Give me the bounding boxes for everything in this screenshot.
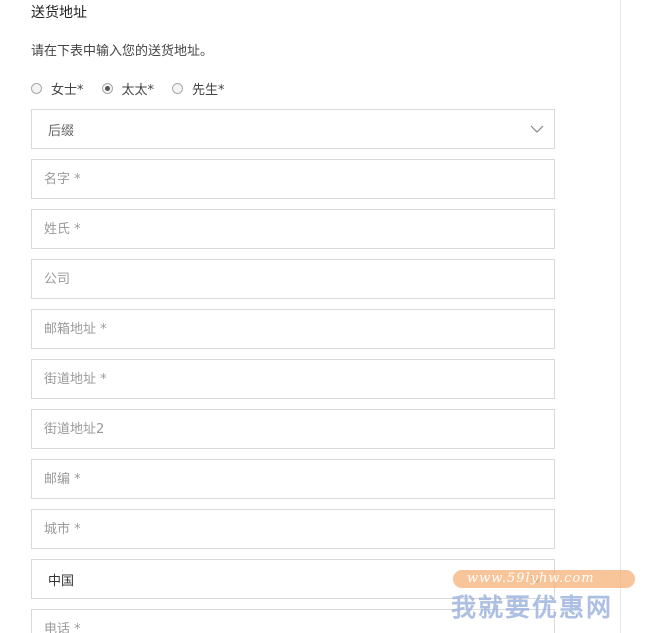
chevron-down-icon [530, 122, 544, 136]
suffix-select-value: 后缀 [48, 123, 75, 139]
company-field[interactable] [31, 259, 555, 299]
radio-option-mr[interactable]: 先生* [172, 79, 225, 98]
watermark-logo: www.59lyhw.com 我就要优惠网 [449, 568, 639, 628]
radio-button-mrs[interactable] [101, 82, 113, 94]
first-name-field[interactable] [31, 159, 555, 199]
last-name-field[interactable] [31, 209, 555, 249]
radio-option-ms[interactable]: 女士* [31, 79, 84, 98]
email-input[interactable] [32, 310, 554, 348]
shipping-address-page: 送货地址 请在下表中输入您的送货地址。 女士* 太太* 先生* 后缀 名字 * … [0, 0, 651, 633]
street-address-field[interactable] [31, 359, 555, 399]
street-address-2-field[interactable] [31, 409, 555, 449]
city-input[interactable] [32, 510, 554, 548]
zip-code-field[interactable] [31, 459, 555, 499]
suffix-select[interactable]: 后缀 [31, 109, 555, 149]
radio-button-ms[interactable] [31, 82, 42, 94]
salutation-radio-group: 女士* 太太* 先生* [31, 78, 243, 98]
street-address-input[interactable] [32, 360, 554, 398]
country-select-value: 中国 [48, 573, 75, 589]
zip-code-input[interactable] [32, 460, 554, 498]
email-field[interactable] [31, 309, 555, 349]
radio-option-mrs[interactable]: 太太* [101, 79, 155, 98]
street-address-2-input[interactable] [32, 410, 554, 448]
radio-label-mr: 先生* [192, 82, 225, 98]
city-field[interactable] [31, 509, 555, 549]
first-name-input[interactable] [32, 160, 554, 198]
radio-label-ms: 女士* [51, 82, 84, 98]
radio-label-mrs: 太太* [121, 82, 155, 98]
radio-button-mr[interactable] [172, 82, 184, 94]
section-title: 送货地址 [31, 5, 87, 21]
instruction-text: 请在下表中输入您的送货地址。 [31, 44, 214, 59]
watermark-text: 我就要优惠网 [451, 593, 614, 622]
company-input[interactable] [32, 260, 554, 298]
right-divider [620, 0, 621, 633]
last-name-input[interactable] [32, 210, 554, 248]
watermark-url: www.59lyhw.com [467, 571, 595, 586]
